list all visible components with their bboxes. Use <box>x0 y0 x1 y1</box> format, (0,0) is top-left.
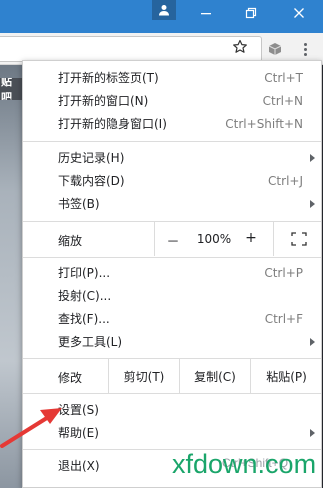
zoom-divider <box>273 222 274 256</box>
zoom-row: 缩放 － 100% + <box>23 222 321 256</box>
title-bar <box>0 0 323 33</box>
zoom-level: 100% <box>196 232 232 246</box>
menu-item-shortcut: Ctrl+F <box>264 311 303 326</box>
menu-item-label: 历史记录(H) <box>58 151 125 165</box>
menu-divider <box>23 141 321 142</box>
menu-item-new-tab[interactable]: 打开新的标签页(T) Ctrl+T <box>23 66 321 89</box>
watermark-logo: xfdown.com <box>172 449 317 479</box>
minimize-button[interactable] <box>196 4 216 22</box>
cut-button[interactable]: 剪切(T) <box>108 359 179 393</box>
menu-item-new-window[interactable]: 打开新的窗口(N) Ctrl+N <box>23 89 321 112</box>
menu-item-label: 打开新的隐身窗口(I) <box>58 117 167 131</box>
menu-item-label: 下载内容(D) <box>58 174 125 188</box>
menu-item-print[interactable]: 打印(P)... Ctrl+P <box>23 261 321 284</box>
submenu-arrow-icon <box>310 428 315 437</box>
restore-button[interactable] <box>241 4 261 22</box>
close-button[interactable] <box>289 4 309 22</box>
fullscreen-icon[interactable] <box>291 232 307 246</box>
copy-button[interactable]: 复制(C) <box>179 359 250 393</box>
menu-item-label: 退出(X) <box>58 459 100 473</box>
extension-icon[interactable] <box>266 40 284 58</box>
menu-item-label: 打开新的标签页(T) <box>58 71 159 85</box>
menu-divider <box>23 257 321 258</box>
submenu-arrow-icon <box>310 337 315 346</box>
close-icon <box>294 8 304 18</box>
address-bar[interactable] <box>0 36 262 62</box>
annotation-arrow-icon <box>0 408 62 448</box>
menu-item-shortcut: Ctrl+P <box>264 265 303 280</box>
menu-item-label: 投射(C)... <box>58 289 112 303</box>
menu-item-more-tools[interactable]: 更多工具(L) <box>23 330 321 353</box>
edit-label: 修改 <box>58 371 83 385</box>
menu-item-shortcut: Ctrl+N <box>262 93 303 108</box>
menu-item-find[interactable]: 查找(F)... Ctrl+F <box>23 307 321 330</box>
profile-button[interactable] <box>152 0 176 20</box>
restore-icon <box>245 7 257 19</box>
submenu-arrow-icon <box>310 199 315 208</box>
zoom-in-button[interactable]: + <box>243 230 259 246</box>
menu-item-label: 书签(B) <box>58 197 100 211</box>
zoom-label: 缩放 <box>58 234 83 248</box>
menu-item-incognito[interactable]: 打开新的隐身窗口(I) Ctrl+Shift+N <box>23 112 321 135</box>
person-icon <box>159 5 169 16</box>
copy-button-label: 复制(C) <box>194 369 236 384</box>
menu-item-shortcut: Ctrl+J <box>268 173 303 188</box>
menu-item-label: 打印(P)... <box>58 266 111 280</box>
menu-item-shortcut: Ctrl+Shift+N <box>225 116 303 131</box>
submenu-arrow-icon <box>310 153 315 162</box>
paste-button-label: 粘贴(P) <box>266 369 307 384</box>
menu-item-history[interactable]: 历史记录(H) <box>23 146 321 169</box>
bookmark-star-icon[interactable] <box>232 39 248 55</box>
menu-item-bookmarks[interactable]: 书签(B) <box>23 192 321 215</box>
menu-item-label: 查找(F)... <box>58 312 110 326</box>
zoom-controls: － 100% + <box>154 222 322 256</box>
menu-item-downloads[interactable]: 下载内容(D) Ctrl+J <box>23 169 321 192</box>
menu-kebab-icon[interactable] <box>294 39 316 59</box>
minimize-icon <box>201 13 211 15</box>
cut-button-label: 剪切(T) <box>123 369 165 384</box>
paste-button[interactable]: 粘贴(P) <box>250 359 322 393</box>
tieba-tab[interactable]: 贴吧 <box>0 78 22 100</box>
menu-item-cast[interactable]: 投射(C)... <box>23 284 321 307</box>
menu-item-label: 更多工具(L) <box>58 335 123 349</box>
menu-item-shortcut: Ctrl+T <box>264 70 303 85</box>
menu-item-label: 打开新的窗口(N) <box>58 94 149 108</box>
zoom-out-button[interactable]: － <box>165 231 181 250</box>
